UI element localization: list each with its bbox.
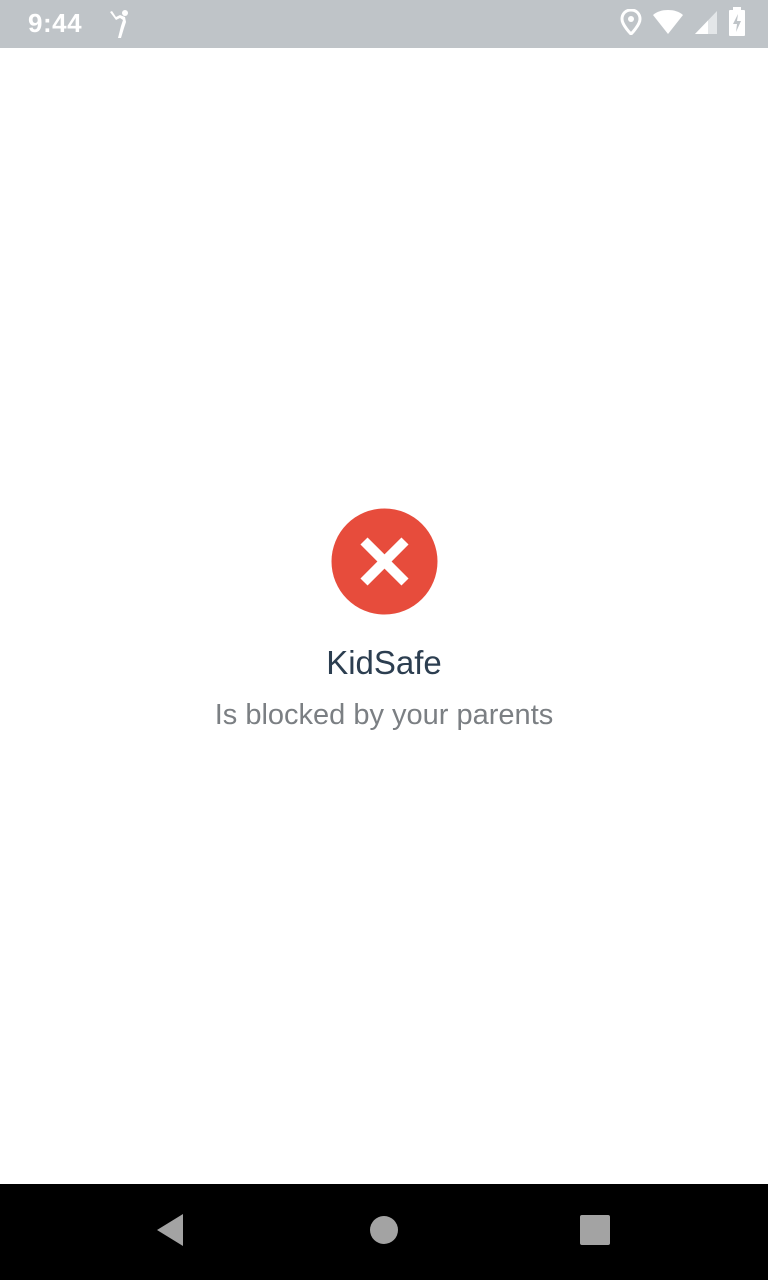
navigation-bar	[0, 1184, 768, 1280]
recents-icon	[580, 1214, 610, 1250]
blocked-panel: KidSafe Is blocked by your parents	[0, 508, 768, 733]
location-icon	[620, 7, 642, 40]
wifi-icon	[652, 9, 684, 40]
home-icon	[369, 1215, 399, 1250]
blocked-x-icon	[331, 508, 438, 615]
blocked-message: Is blocked by your parents	[214, 699, 554, 731]
signal-icon	[694, 9, 718, 40]
status-bar: 9:44	[0, 0, 768, 48]
notification-figure-icon	[106, 8, 132, 40]
blocked-app-name: KidSafe	[326, 644, 442, 681]
screen: 9:44 KidSafe Is blocked by your parents	[0, 0, 768, 1280]
status-time: 9:44	[28, 8, 83, 38]
status-icons	[620, 6, 746, 42]
recents-button[interactable]	[571, 1208, 619, 1256]
battery-charging-icon	[728, 6, 746, 42]
back-button[interactable]	[146, 1208, 194, 1256]
back-icon	[155, 1213, 185, 1252]
home-button[interactable]	[360, 1208, 408, 1256]
